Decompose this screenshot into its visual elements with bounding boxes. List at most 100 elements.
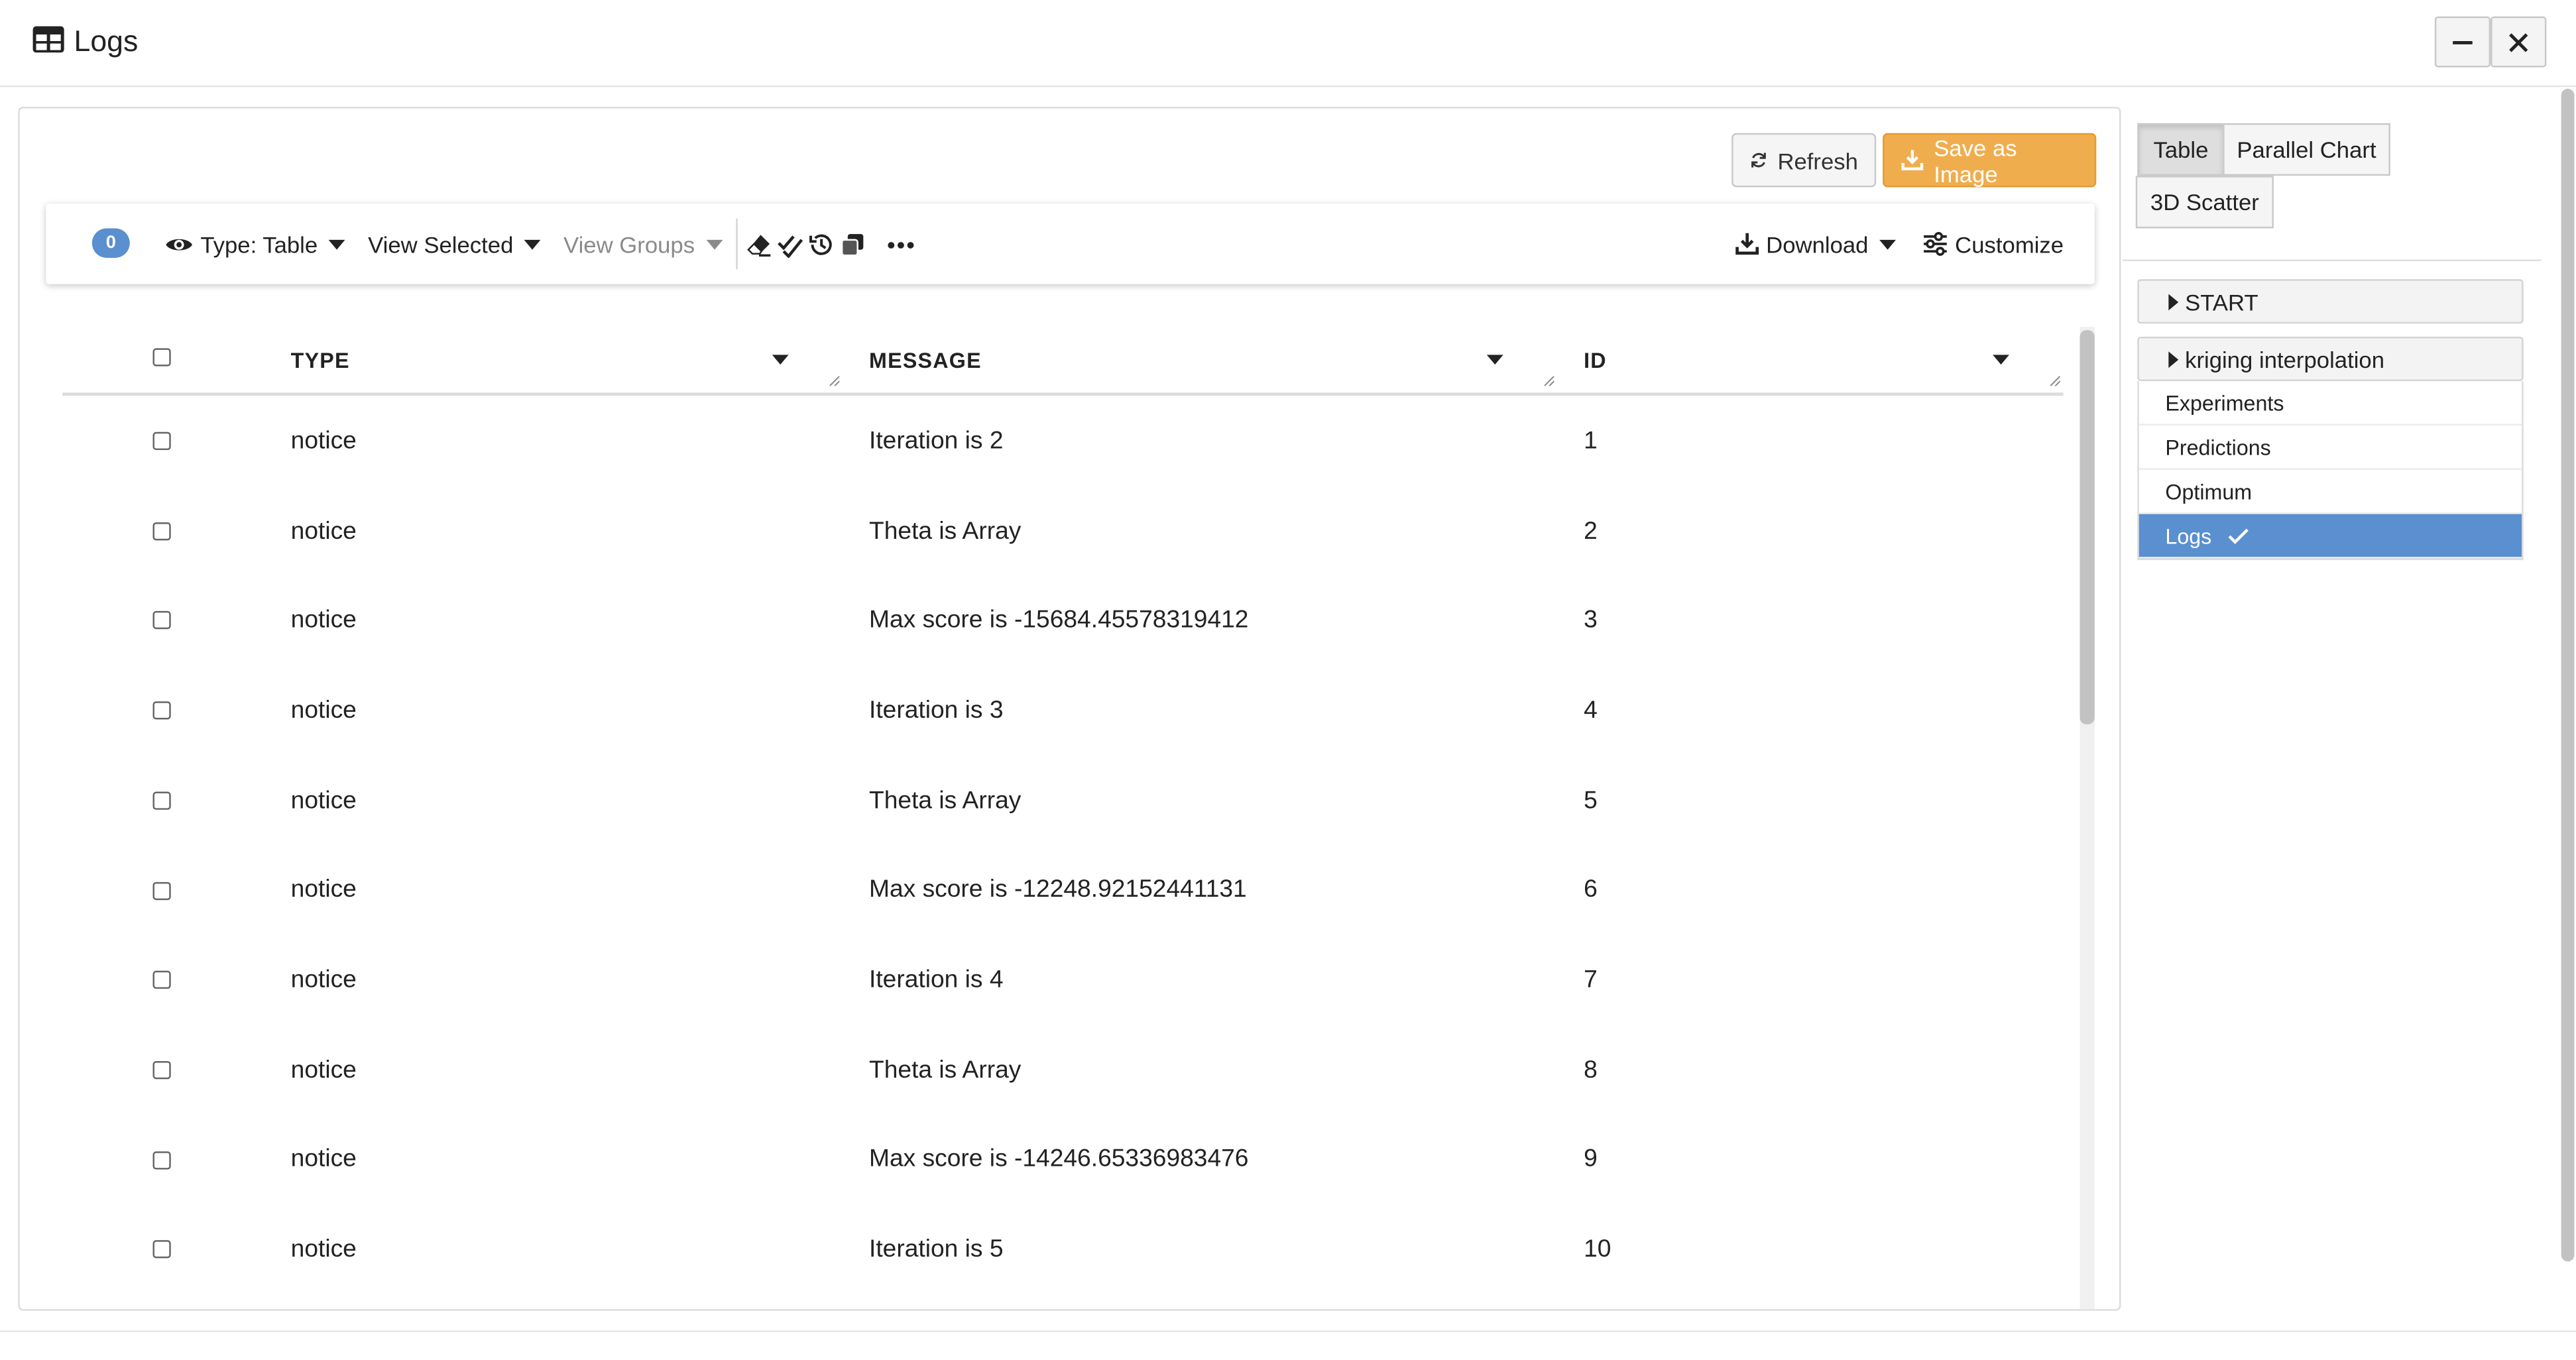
copy-icon[interactable] — [839, 231, 866, 257]
cell-message: Iteration is 3 — [869, 696, 1004, 724]
row-checkbox[interactable] — [152, 522, 171, 540]
tab-table[interactable]: Table — [2137, 123, 2225, 176]
close-button[interactable] — [2490, 16, 2547, 68]
minus-icon — [2453, 40, 2473, 44]
table-row[interactable]: notice Iteration is 4 7 — [62, 935, 2064, 1025]
cell-type: notice — [290, 1145, 357, 1174]
row-checkbox[interactable] — [152, 611, 171, 630]
cell-message: Max score is -15684.45578319412 — [869, 606, 1249, 635]
panel-divider — [2122, 259, 2542, 262]
row-checkbox[interactable] — [152, 1151, 171, 1169]
caret-down-icon — [1879, 239, 1897, 249]
table-row[interactable]: notice Theta is Array 8 — [62, 1025, 2064, 1115]
double-check-icon[interactable] — [777, 231, 803, 257]
save-as-image-button[interactable]: Save as Image — [1883, 133, 2097, 188]
history-icon[interactable] — [808, 231, 835, 257]
cell-id: 2 — [1584, 516, 1598, 545]
toolbar-divider — [736, 218, 738, 270]
grid-toolbar: 0 Type: Table View Selected View Groups — [46, 203, 2095, 284]
table-row[interactable]: notice Iteration is 3 4 — [62, 665, 2064, 756]
grid-scrollbar-thumb[interactable] — [2079, 330, 2095, 724]
type-dropdown[interactable]: Type: Table — [164, 203, 346, 284]
nav-item-label: Experiments — [2165, 390, 2284, 415]
cell-id: 6 — [1584, 876, 1598, 904]
column-menu-id-icon[interactable] — [1993, 355, 2009, 365]
table-row[interactable]: notice Theta is Array 5 — [62, 756, 2064, 846]
cell-id: 9 — [1584, 1145, 1598, 1174]
view-selected-dropdown[interactable]: View Selected — [368, 203, 542, 284]
column-header-message[interactable]: MESSAGE — [869, 327, 982, 392]
download-icon — [1901, 150, 1924, 170]
nav-section-kriging[interactable]: kriging interpolation — [2137, 337, 2524, 381]
caret-right-icon — [2168, 351, 2179, 367]
nav-item-optimum[interactable]: Optimum — [2138, 470, 2522, 514]
caret-down-icon — [329, 239, 346, 249]
table-row[interactable]: notice Max score is -12248.92152441131 6 — [62, 845, 2064, 935]
eraser-icon[interactable] — [746, 231, 772, 257]
table-row[interactable]: notice Theta is Array 2 — [62, 486, 2064, 576]
table-row[interactable]: notice Iteration is 5 10 — [62, 1204, 2064, 1294]
row-checkbox[interactable] — [152, 971, 171, 990]
caret-down-icon — [706, 239, 723, 249]
window-title: Logs — [74, 25, 139, 58]
title-bar: Logs — [0, 0, 2576, 87]
table-row[interactable]: notice Iteration is 2 1 — [62, 396, 2064, 486]
view-groups-label: View Groups — [563, 231, 695, 257]
row-checkbox[interactable] — [152, 701, 171, 720]
nav-section-kriging-label: kriging interpolation — [2185, 345, 2385, 372]
cell-type: notice — [290, 1055, 357, 1084]
nav-list: Experiments Predictions Optimum Logs — [2137, 380, 2524, 561]
download-icon — [1735, 233, 1759, 255]
nav-item-predictions[interactable]: Predictions — [2138, 425, 2522, 470]
table-row[interactable]: notice Max score is -14246.65336983476 9 — [62, 1115, 2064, 1205]
cell-type: notice — [290, 696, 357, 724]
more-options-button[interactable]: ••• — [887, 203, 916, 284]
view-groups-dropdown[interactable]: View Groups — [563, 203, 723, 284]
tab-3d-scatter[interactable]: 3D Scatter — [2135, 176, 2274, 229]
sliders-icon — [1924, 232, 1947, 256]
row-checkbox[interactable] — [152, 1060, 171, 1079]
nav-item-label: Predictions — [2165, 434, 2271, 459]
grid-scrollbar[interactable] — [2079, 327, 2095, 1310]
logs-grid: TYPE MESSAGE ID notice Iteration is 2 1 … — [46, 327, 2075, 1309]
table-icon — [32, 26, 64, 53]
cell-message: Max score is -14246.65336983476 — [869, 1145, 1249, 1174]
selected-count-badge: 0 — [91, 228, 130, 258]
column-resize-handle[interactable] — [829, 376, 840, 386]
caret-right-icon — [2168, 293, 2179, 310]
customize-button[interactable]: Customize — [1922, 203, 2064, 284]
type-dropdown-label: Type: Table — [200, 231, 318, 257]
cell-type: notice — [290, 786, 357, 815]
row-checkbox[interactable] — [152, 881, 171, 899]
cell-id: 3 — [1584, 606, 1598, 635]
refresh-button[interactable]: Refresh — [1731, 133, 1877, 188]
cell-type: notice — [290, 1235, 357, 1264]
column-resize-handle[interactable] — [2050, 376, 2060, 386]
nav-item-label: Logs — [2165, 523, 2212, 548]
cell-type: notice — [290, 966, 357, 994]
nav-item-logs[interactable]: Logs — [2138, 514, 2522, 559]
window-bottom-edge — [0, 1330, 2576, 1351]
nav-item-label: Optimum — [2165, 479, 2253, 504]
download-dropdown[interactable]: Download — [1735, 203, 1897, 284]
column-menu-type-icon[interactable] — [772, 355, 789, 365]
row-checkbox[interactable] — [152, 1240, 171, 1259]
column-resize-handle[interactable] — [1544, 376, 1554, 386]
nav-section-start[interactable]: START — [2137, 279, 2524, 324]
row-checkbox[interactable] — [152, 791, 171, 810]
cell-id: 4 — [1584, 696, 1598, 724]
cell-message: Theta is Array — [869, 1055, 1022, 1084]
minimize-button[interactable] — [2434, 16, 2491, 68]
table-row[interactable]: notice Max score is -15684.45578319412 3 — [62, 575, 2064, 665]
select-all-checkbox[interactable] — [152, 348, 171, 367]
tab-parallel-chart[interactable]: Parallel Chart — [2223, 123, 2390, 176]
window-scrollbar-thumb[interactable] — [2561, 88, 2575, 1262]
cell-message: Theta is Array — [869, 516, 1022, 545]
column-header-id[interactable]: ID — [1584, 327, 1607, 392]
cell-message: Iteration is 5 — [869, 1235, 1004, 1264]
column-menu-message-icon[interactable] — [1486, 355, 1503, 365]
column-header-type[interactable]: TYPE — [291, 327, 350, 392]
nav-item-experiments[interactable]: Experiments — [2138, 381, 2522, 425]
row-checkbox[interactable] — [152, 431, 171, 451]
cell-type: notice — [290, 426, 357, 455]
